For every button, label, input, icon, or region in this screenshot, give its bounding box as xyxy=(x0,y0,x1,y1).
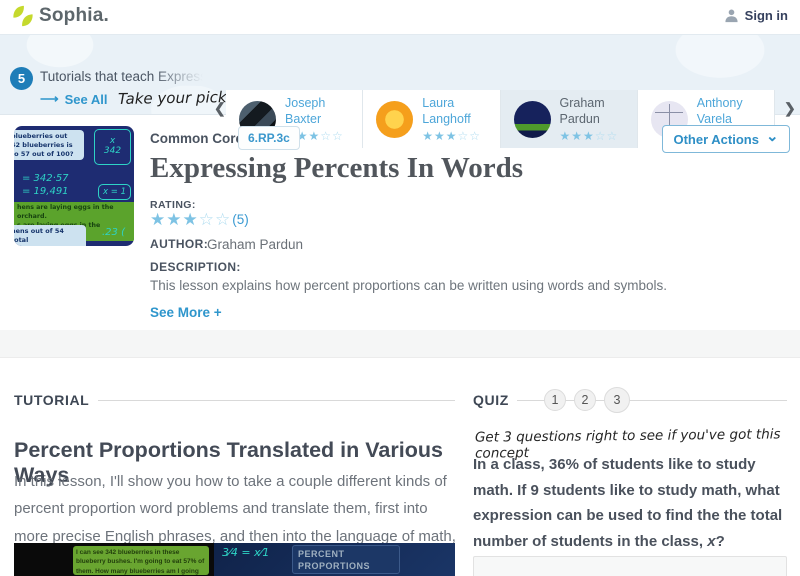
author-name: Laura Langhoff xyxy=(422,96,471,126)
video-problem-text: I can see 342 blueberries in these blueb… xyxy=(73,546,209,575)
thumb-scribble: = 342·57 = 19,491 xyxy=(22,173,69,197)
quiz-question: In a class, 36% of students like to stud… xyxy=(473,456,783,550)
thumb-problem-box-top: blueberries out 42 blueberries is to 57 … xyxy=(14,130,84,161)
carousel-next-icon[interactable]: ❯ xyxy=(784,100,796,117)
sign-in-label: Sign in xyxy=(744,8,788,23)
author-card-graham-pardun[interactable]: Graham Pardun ★★★☆☆ xyxy=(500,90,638,148)
author-name: Joseph Baxter xyxy=(285,96,326,126)
thumb-scribble-bottom: .23 ( xyxy=(102,227,125,238)
tutorial-video-player[interactable]: I can see 342 blueberries in these blueb… xyxy=(14,543,455,576)
other-actions-button[interactable]: Other Actions ⌄ xyxy=(662,125,790,153)
quiz-step-1[interactable]: 1 xyxy=(544,389,566,411)
author-card-laura-langhoff[interactable]: Laura Langhoff ★★★☆☆ xyxy=(363,90,501,148)
author-name: Graham Pardun xyxy=(559,96,605,126)
page-title: Expressing Percents In Words xyxy=(150,152,524,184)
sign-in-button[interactable]: Sign in xyxy=(724,8,788,23)
carousel-prev-icon[interactable]: ❮ xyxy=(214,100,226,117)
tutorial-thumbnail[interactable]: blueberries out 42 blueberries is to 57 … xyxy=(14,126,134,246)
section-divider xyxy=(0,330,800,358)
quiz-step-3[interactable]: 3 xyxy=(604,387,630,413)
video-title-card: PERCENT PROPORTIONS xyxy=(292,545,400,574)
description-text: This lesson explains how percent proport… xyxy=(150,278,668,293)
brand-name: Sophia. xyxy=(39,5,110,26)
chevron-down-icon: ⌄ xyxy=(765,128,779,145)
top-header: Sophia. Sign in xyxy=(0,0,800,34)
carousel-title: Tutorials that teach Expressing P xyxy=(40,69,212,84)
page: Sophia. Sign in 5 Tutorials that teach E… xyxy=(0,0,800,576)
sophia-logo[interactable]: Sophia. xyxy=(12,4,109,28)
author-name: Graham Pardun xyxy=(207,237,304,252)
quiz-answer-option[interactable] xyxy=(473,556,787,576)
quiz-progress-steps: 1 2 3 xyxy=(544,387,630,413)
common-core-badge[interactable]: 6.RP.3c xyxy=(238,126,300,150)
see-all-link[interactable]: ⟶ See All xyxy=(40,91,108,107)
sophia-leaf-icon xyxy=(12,4,34,28)
avatar xyxy=(513,100,551,138)
thumb-x-box: x = 1 xyxy=(98,184,131,200)
rating-stars: ★★★☆☆ (5) xyxy=(150,210,249,229)
video-math-scribble: 3⁄4 = x⁄1 xyxy=(222,546,270,559)
author-name: Anthony Varela xyxy=(696,96,743,126)
thumb-problem-box-bottom: hens out of 54 total ivalent to 23 out o… xyxy=(14,225,86,246)
star-rating: ★★★☆☆ xyxy=(559,128,619,143)
description-label: DESCRIPTION: xyxy=(150,260,241,274)
tutorial-section-line xyxy=(98,400,455,401)
author-label: AUTHOR: xyxy=(150,237,209,251)
star-rating: ★★★☆☆ xyxy=(422,128,482,143)
avatar xyxy=(376,100,414,138)
tutorials-carousel: 5 Tutorials that teach Expressing P ⟶ Se… xyxy=(0,34,800,148)
quiz-section-label: QUIZ xyxy=(473,392,509,408)
quiz-step-2[interactable]: 2 xyxy=(574,389,596,411)
rating-count-link[interactable]: (5) xyxy=(232,212,249,227)
tutorial-count-badge: 5 xyxy=(10,67,33,90)
question-variable: x xyxy=(707,532,716,550)
person-icon xyxy=(724,8,739,23)
common-core-label: Common Core: xyxy=(150,131,248,146)
tutorial-section-label: TUTORIAL xyxy=(14,392,90,408)
thumb-fraction: x 342 xyxy=(94,129,131,165)
arrow-right-icon: ⟶ xyxy=(40,91,59,106)
see-more-link[interactable]: See More + xyxy=(150,305,222,320)
